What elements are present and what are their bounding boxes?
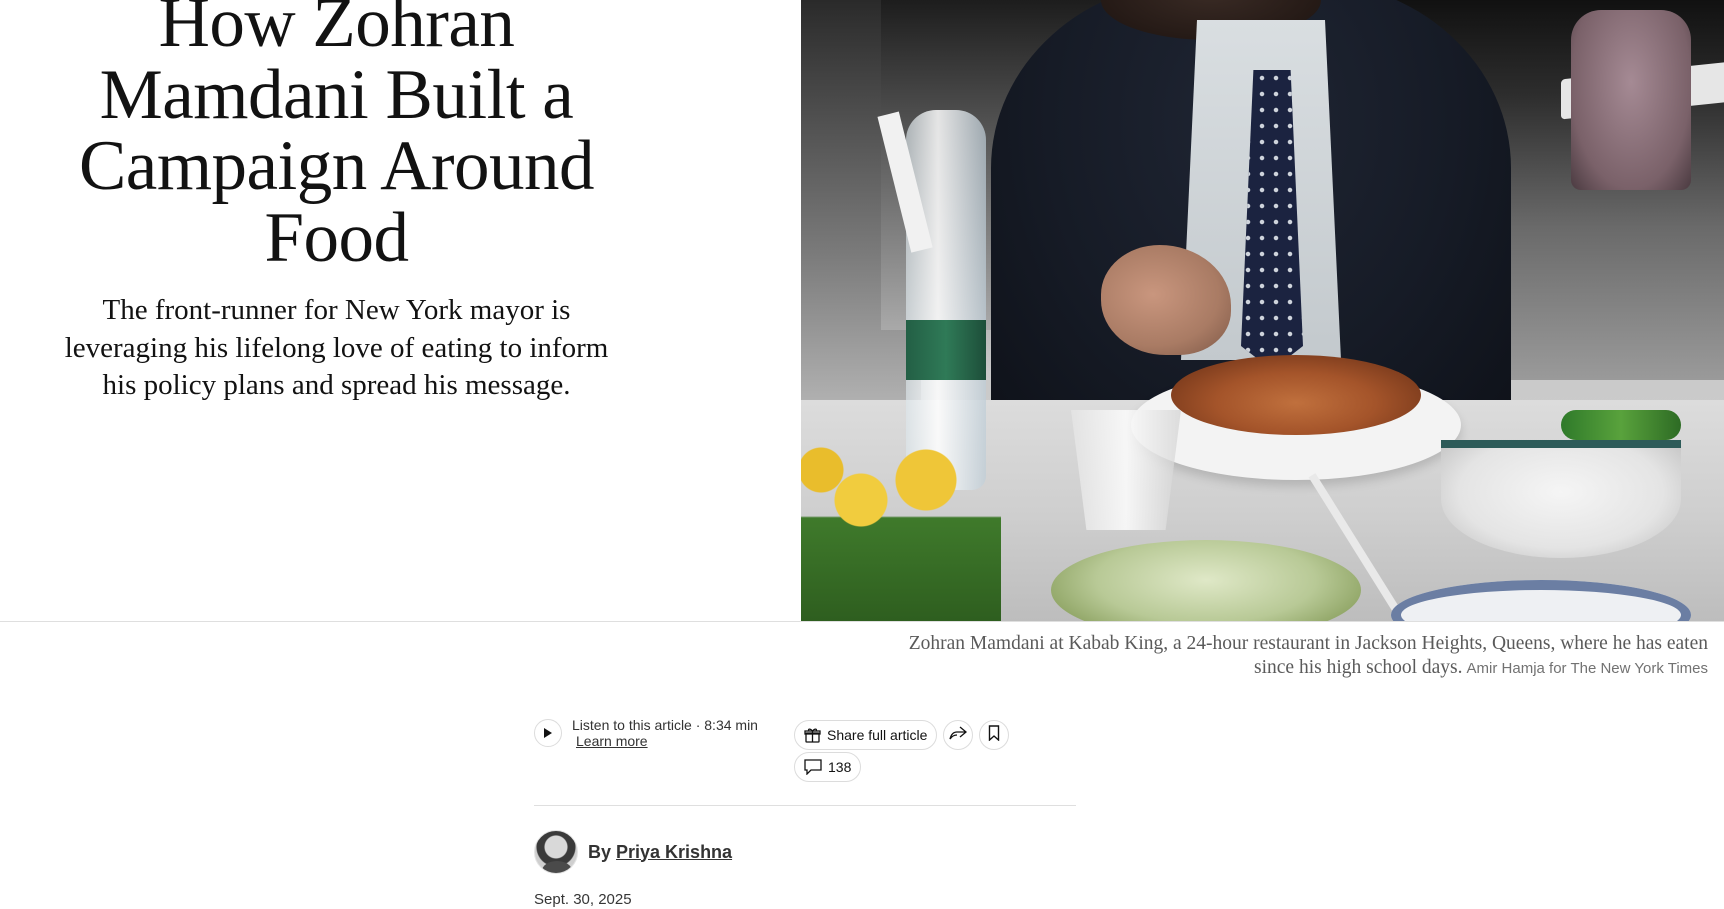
photo-bowl <box>1441 440 1681 558</box>
photo-credit: Amir Hamja for The New York Times <box>1466 660 1708 677</box>
photo-flowers <box>801 430 1001 621</box>
comment-icon <box>804 759 822 775</box>
share-button[interactable] <box>943 720 973 750</box>
photo-chili <box>1561 410 1681 440</box>
hero-divider <box>0 621 1724 622</box>
article-summary: The front-runner for New York mayor is l… <box>64 294 609 401</box>
share-full-article-button[interactable]: Share full article <box>794 720 938 750</box>
photo-biryani <box>1171 355 1421 435</box>
comment-count: 138 <box>828 759 852 775</box>
article-tools: Listen to this article · 8:34 min Learn … <box>534 716 1076 806</box>
hero-text-column: How Zohran Mamdani Built a Campaign Arou… <box>0 0 801 621</box>
byline-prefix: By <box>588 841 612 862</box>
publish-date: Sept. 30, 2025 <box>534 891 632 908</box>
comments-button[interactable]: 138 <box>794 752 862 782</box>
byline: By Priya Krishna <box>534 829 732 875</box>
listen-play-button[interactable] <box>534 719 562 747</box>
listen-label: Listen to this article · 8:34 min <box>572 717 758 733</box>
photo-bottle-label <box>906 320 986 380</box>
save-bookmark-button[interactable] <box>979 720 1009 750</box>
play-icon <box>543 727 553 739</box>
author-avatar[interactable] <box>534 830 578 874</box>
gift-icon <box>804 727 821 744</box>
photo-chair <box>1571 10 1691 190</box>
forward-icon <box>949 726 968 745</box>
photo-caption: Zohran Mamdani at Kabab King, a 24-hour … <box>888 632 1708 681</box>
bookmark-icon <box>988 724 1000 746</box>
article-headline: How Zohran Mamdani Built a Campaign Arou… <box>78 0 595 277</box>
learn-more-link[interactable]: Learn more <box>576 734 648 749</box>
hero-photo <box>801 0 1724 621</box>
share-label: Share full article <box>827 727 928 743</box>
listen-info: Listen to this article · 8:34 min Learn … <box>572 718 758 749</box>
author-link[interactable]: Priya Krishna <box>616 842 732 863</box>
avatar-shoulders <box>542 861 572 873</box>
photo-cup <box>1071 410 1181 530</box>
tools-divider <box>534 805 1076 806</box>
